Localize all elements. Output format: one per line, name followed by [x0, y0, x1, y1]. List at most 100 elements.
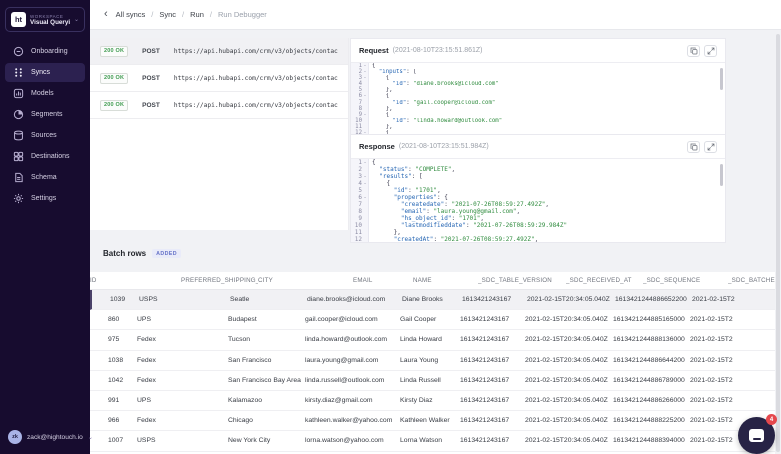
line-number: 1	[351, 159, 362, 166]
page-scrollbar[interactable]	[776, 34, 780, 452]
sidebar-item[interactable]: Destinations	[5, 147, 85, 166]
sidebar-item[interactable]: Syncs	[5, 63, 85, 82]
column-header: NAME	[413, 277, 478, 284]
sidebar-item[interactable]: Models	[5, 84, 85, 103]
column-header: _SDC_BATCHED	[728, 277, 775, 284]
sidebar-item-label: Destinations	[31, 153, 70, 160]
sidebar-item[interactable]: Sources	[5, 126, 85, 145]
column-header: CITY	[258, 277, 353, 284]
breadcrumb-link[interactable]: Sync	[159, 10, 176, 19]
sidebar-item[interactable]: Schema	[5, 168, 85, 187]
sidebar-item[interactable]: Onboarding	[5, 42, 85, 61]
table-row[interactable]: 1042 Fedex San Francisco Bay Area linda.…	[90, 371, 775, 391]
sidebar-item[interactable]: Settings	[5, 189, 85, 208]
breadcrumb: All syncs / Sync / Run / Run Debugger	[116, 10, 279, 19]
cell-id: 1039	[92, 296, 139, 303]
request-row[interactable]: 200 OK POST https://api.hubapi.com/crm/v…	[90, 65, 348, 92]
cell-id: 1042	[90, 377, 137, 384]
code-line: 8 "email": "laura.young@gmail.com",	[351, 208, 725, 215]
code-line: 1 - {	[351, 159, 725, 166]
cell-received-at: 2021-02-15T20:34:05.040Z	[525, 336, 613, 343]
line-number: 8	[351, 208, 362, 215]
table-row[interactable]: 860 UPS Budapest gail.cooper@icloud.com …	[90, 310, 775, 330]
code-line: 10 "lastmodifieddate": "2021-07-26T08:59…	[351, 222, 725, 229]
cell-email: kirsty.diaz@gmail.com	[305, 397, 400, 404]
code-scrollbar[interactable]	[720, 164, 723, 186]
breadcrumb-link[interactable]: Run	[190, 10, 204, 19]
breadcrumb-item: Run /	[190, 10, 218, 19]
cell-sequence: 1613421244885165000	[613, 316, 690, 323]
status-badge: 200 OK	[100, 46, 128, 57]
cell-name: Linda Howard	[400, 336, 460, 343]
cell-email: diane.brooks@icloud.com	[307, 296, 402, 303]
request-code-editor[interactable]: 1 - { 2 - "inputs": [ 3 - { 4	[351, 62, 725, 134]
code-line: 3 - "results": [	[351, 173, 725, 180]
breadcrumb-separator: /	[151, 10, 153, 19]
line-number: 5	[351, 187, 362, 194]
line-number: 6	[351, 194, 362, 201]
expand-button[interactable]	[704, 141, 717, 153]
cell-table-version: 1613421243167	[462, 296, 527, 303]
cell-provider: Fedex	[137, 336, 228, 343]
table-row[interactable]: 1007 USPS New York City lorna.watson@yah…	[90, 431, 775, 451]
code-text: "properties": {	[368, 194, 448, 201]
request-row[interactable]: 200 OK POST https://api.hubapi.com/crm/v…	[90, 92, 348, 119]
breadcrumb-link[interactable]: All syncs	[116, 10, 146, 19]
request-list: 200 OK POST https://api.hubapi.com/crm/v…	[90, 38, 349, 230]
cell-batched: 2021-02-15T2	[690, 397, 775, 404]
breadcrumb-separator: /	[210, 10, 212, 19]
line-number: 12	[351, 236, 362, 242]
cell-table-version: 1613421243167	[460, 397, 525, 404]
onboarding-icon	[13, 46, 24, 57]
table-row[interactable]: 1039 USPS Seatle diane.brooks@icloud.com…	[90, 290, 775, 310]
sidebar-item-label: Models	[31, 90, 54, 97]
request-row[interactable]: 200 OK POST https://api.hubapi.com/crm/v…	[90, 38, 348, 65]
table-row[interactable]: 1038 Fedex San Francisco laura.young@gma…	[90, 351, 775, 371]
code-text: "email": "laura.young@gmail.com",	[368, 208, 520, 215]
line-number: 11	[351, 229, 362, 236]
cell-sequence: 1613421244886266000	[613, 397, 690, 404]
cell-city: San Francisco	[228, 357, 305, 364]
code-text: },	[368, 229, 401, 236]
code-text: "id": "1701",	[368, 187, 441, 194]
copy-button[interactable]	[687, 45, 700, 57]
table-header-row: IDPREFERRED_SHIPPING_PROVIDERCITYEMAILNA…	[90, 272, 775, 290]
cell-id: 975	[90, 336, 137, 343]
column-header: ID	[90, 277, 181, 284]
code-scrollbar[interactable]	[720, 68, 723, 90]
user-menu[interactable]: zk zack@hightouch.io ⌄	[0, 422, 90, 454]
cell-provider: Fedex	[137, 377, 228, 384]
cell-email: linda.howard@outlook.com	[305, 336, 400, 343]
sidebar-item[interactable]: Segments	[5, 105, 85, 124]
back-chevron-icon[interactable]: ‹	[104, 9, 108, 20]
code-line: 12 - {	[351, 130, 725, 134]
table-row[interactable]: 975 Fedex Tucson linda.howard@outlook.co…	[90, 330, 775, 350]
code-text: {	[368, 130, 389, 134]
breadcrumb-item: Sync /	[159, 10, 190, 19]
cell-sequence: 1613421244886789000	[613, 377, 690, 384]
sidebar-item-label: Sources	[31, 132, 57, 139]
breadcrumb-item: All syncs /	[116, 10, 160, 19]
expand-button[interactable]	[704, 45, 717, 57]
cell-sequence: 1613421244888394000	[613, 437, 690, 444]
response-panel: Response (2021-08-10T23:15:51.984Z) 1 - …	[350, 135, 726, 243]
table-row[interactable]: 991 UPS Kalamazoo kirsty.diaz@gmail.com …	[90, 391, 775, 411]
breadcrumb-link[interactable]: Run Debugger	[218, 10, 267, 19]
sidebar: ht WORKSPACE Visual Querying D... ⌄ Onbo…	[0, 0, 90, 454]
code-text: {	[368, 180, 390, 187]
sources-icon	[13, 130, 24, 141]
cell-email: gail.cooper@icloud.com	[305, 316, 400, 323]
cell-city: Tucson	[228, 336, 305, 343]
cell-name: Linda Russell	[400, 377, 460, 384]
avatar: zk	[8, 430, 22, 444]
cell-table-version: 1613421243167	[460, 316, 525, 323]
workspace-selector[interactable]: ht WORKSPACE Visual Querying D... ⌄	[5, 7, 85, 32]
chat-widget-button[interactable]: 4	[738, 417, 775, 454]
copy-button[interactable]	[687, 141, 700, 153]
code-line: 12 "createdAt": "2021-07-26T08:59:27.492…	[351, 236, 725, 242]
table-row[interactable]: 966 Fedex Chicago kathleen.walker@yahoo.…	[90, 411, 775, 431]
request-method: POST	[142, 75, 160, 82]
cell-received-at: 2021-02-15T20:34:05.040Z	[525, 437, 613, 444]
cell-received-at: 2021-02-15T20:34:05.040Z	[525, 316, 613, 323]
response-code-editor[interactable]: 1 - { 2 "status": "COMPLETE", 3 - "resul…	[351, 158, 725, 242]
